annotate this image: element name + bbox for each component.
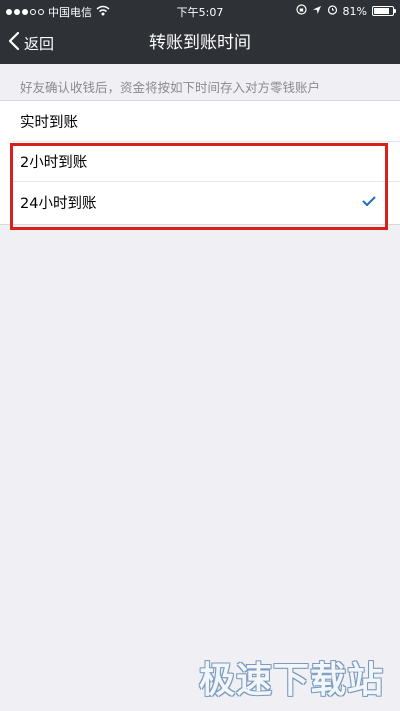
watermark-text: 极速下载站: [198, 660, 384, 701]
battery-icon: [372, 6, 396, 16]
option-instant[interactable]: 实时到账: [0, 101, 400, 141]
option-label: 2小时到账: [20, 154, 88, 171]
back-label: 返回: [24, 34, 55, 53]
option-label: 实时到账: [20, 114, 78, 131]
orientation-lock-icon: [295, 4, 307, 18]
status-right: 81%: [295, 4, 396, 18]
alarm-icon: [327, 4, 338, 18]
option-2-hours[interactable]: 2小时到账: [0, 141, 400, 181]
status-bar: 中国电信 下午5:07 81%: [0, 0, 400, 22]
chevron-left-icon: [8, 31, 20, 55]
battery-percent: 81%: [342, 4, 367, 18]
arrival-time-options: 实时到账 2小时到账 24小时到账: [0, 100, 400, 225]
back-button[interactable]: 返回: [8, 22, 54, 64]
checkmark-icon: [362, 195, 376, 211]
option-label: 24小时到账: [20, 196, 97, 212]
page-title: 转账到账时间: [149, 33, 251, 53]
transfer-hint-text: 好友确认收钱后，资金将按如下时间存入对方零钱账户: [20, 80, 321, 95]
navigation-bar: 返回 转账到账时间: [0, 22, 400, 64]
option-24-hours[interactable]: 24小时到账: [0, 181, 400, 224]
location-icon: [312, 5, 322, 18]
